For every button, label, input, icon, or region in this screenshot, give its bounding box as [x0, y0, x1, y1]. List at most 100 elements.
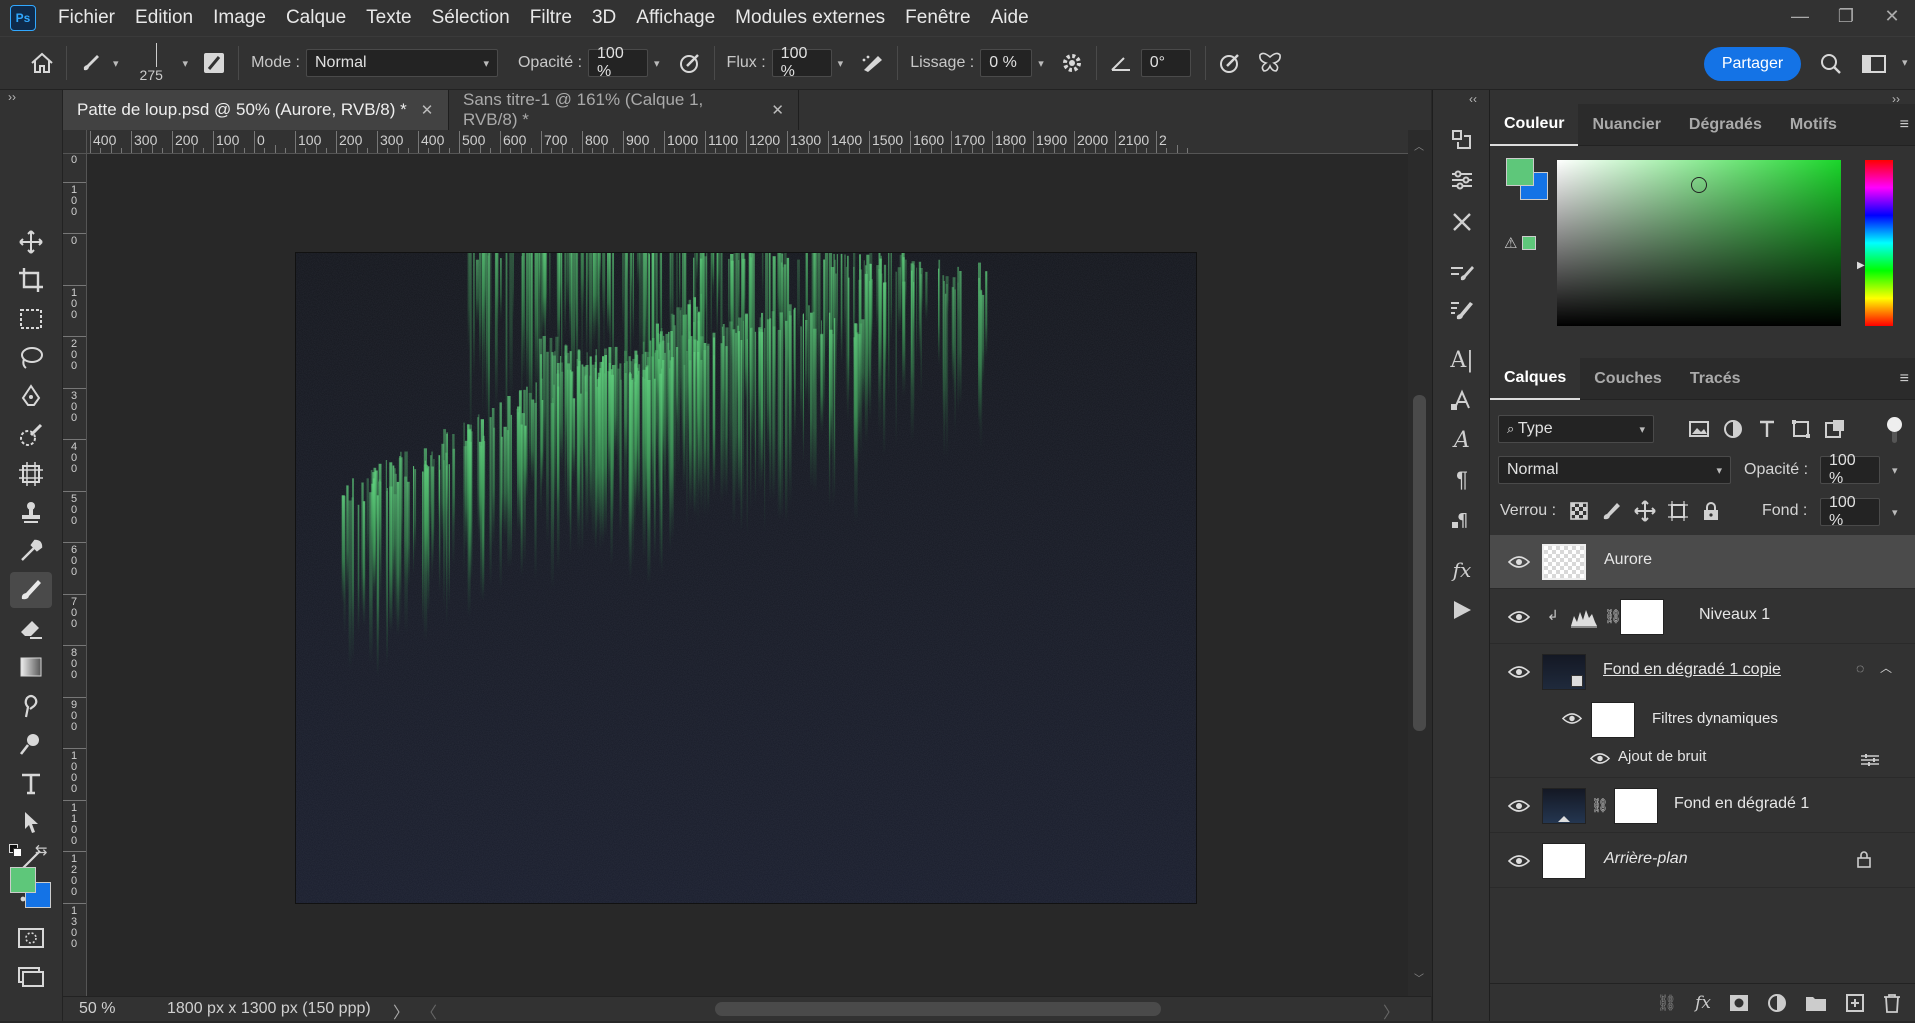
workspace-chevron-icon[interactable]: ▾ [1902, 56, 1908, 69]
filter-blending-options-icon[interactable] [1860, 752, 1880, 773]
smoothing-chevron-icon[interactable]: ▾ [1038, 57, 1044, 70]
dodge-tool-icon[interactable] [10, 726, 52, 762]
brush-tool-icon[interactable] [10, 572, 52, 608]
vertical-scroll-thumb[interactable] [1413, 395, 1426, 731]
restore-button[interactable]: ❐ [1823, 0, 1869, 32]
filter-toggle-switch[interactable] [1882, 415, 1908, 445]
hue-slider-marker-icon[interactable]: ▶ [1857, 260, 1865, 271]
menu-calque[interactable]: Calque [276, 7, 356, 29]
status-menu-arrow-icon[interactable]: 〉 [393, 999, 409, 1023]
filter-smart-object-icon[interactable] [1823, 417, 1847, 441]
zoom-level[interactable]: 50 % [79, 1000, 115, 1018]
new-group-folder-icon[interactable] [1805, 994, 1827, 1012]
opacity-input[interactable]: 100 % [588, 45, 649, 80]
gradient-tool-icon[interactable] [10, 649, 52, 685]
search-icon[interactable] [1815, 48, 1847, 80]
character-icon[interactable]: A| [1446, 344, 1478, 376]
eyedropper-tool-icon[interactable] [10, 533, 52, 569]
layers-panel-menu-icon[interactable]: ≡ [1900, 370, 1909, 388]
delete-layer-trash-icon[interactable] [1883, 993, 1901, 1013]
lock-all-icon[interactable] [1700, 500, 1722, 522]
visibility-eye-icon[interactable] [1561, 712, 1583, 730]
tab-motifs[interactable]: Motifs [1776, 104, 1851, 146]
collapse-toolbox-icon[interactable]: ›› [8, 90, 16, 104]
filter-row-ajout-de-bruit[interactable]: Ajout de bruit [1490, 742, 1915, 778]
menu-texte[interactable]: Texte [356, 7, 421, 29]
frame-tool-icon[interactable] [10, 456, 52, 492]
scroll-down-icon[interactable]: ﹀ [1414, 970, 1424, 985]
menu-image[interactable]: Image [203, 7, 276, 29]
eraser-tool-icon[interactable] [10, 610, 52, 646]
visibility-eye-icon[interactable] [1508, 551, 1530, 573]
minimize-button[interactable]: — [1777, 0, 1823, 32]
menu-aide[interactable]: Aide [981, 7, 1039, 29]
airbrush-icon[interactable] [857, 47, 889, 79]
tab-traces[interactable]: Tracés [1676, 358, 1755, 400]
layer-row-fond-degrade-copie[interactable]: Fond en dégradé 1 copie ◌ ︿ [1490, 645, 1915, 699]
visibility-eye-icon[interactable] [1589, 752, 1611, 770]
marquee-tool-icon[interactable] [10, 301, 52, 337]
menu-affichage[interactable]: Affichage [626, 7, 725, 29]
mode-select[interactable]: Normal ▾ [305, 49, 498, 77]
collapse-effects-icon[interactable]: ︿ [1880, 659, 1892, 676]
layer-row-fond-degrade-1[interactable]: ⛓ Fond en dégradé 1 [1490, 779, 1915, 833]
menu-fenetre[interactable]: Fenêtre [895, 7, 980, 29]
lock-position-icon[interactable] [1634, 500, 1656, 522]
color-picker-cursor[interactable] [1691, 177, 1707, 193]
flow-input[interactable]: 100 % [771, 45, 832, 80]
home-icon[interactable] [26, 47, 58, 79]
quick-mask-icon[interactable] [10, 920, 52, 956]
stamp-tool-icon[interactable] [10, 494, 52, 530]
menu-3d[interactable]: 3D [582, 7, 626, 29]
layer-filter-select[interactable]: ⌕ Type ▾ [1498, 415, 1654, 443]
paragraph-styles-icon[interactable]: ¶ [1446, 504, 1478, 536]
menu-modules-externes[interactable]: Modules externes [725, 7, 895, 29]
brush-size-preview[interactable]: 275 [137, 39, 177, 87]
flow-chevron-icon[interactable]: ▾ [838, 57, 844, 70]
layer-thumbnail[interactable] [1542, 843, 1586, 879]
foreground-color-swatch[interactable] [10, 867, 36, 893]
new-adjustment-layer-icon[interactable] [1767, 993, 1787, 1013]
tab-sans-titre-1[interactable]: Sans titre-1 @ 161% (Calque 1, RVB/8) * … [449, 90, 799, 130]
pen-tool-icon[interactable] [10, 378, 52, 414]
filter-shape-icon[interactable] [1789, 417, 1813, 441]
filter-type-icon[interactable] [1755, 417, 1779, 441]
menu-selection[interactable]: Sélection [422, 7, 520, 29]
layer-mask-thumbnail[interactable] [1614, 788, 1658, 824]
scroll-up-icon[interactable]: ︿ [1414, 138, 1424, 153]
gradient-fill-thumbnail[interactable] [1542, 788, 1586, 824]
brush-size-chevron-icon[interactable]: ▾ [183, 57, 189, 70]
visibility-eye-icon[interactable] [1508, 661, 1530, 683]
brush-settings-icon[interactable] [198, 47, 230, 79]
path-selection-tool-icon[interactable] [10, 804, 52, 840]
screen-mode-icon[interactable] [10, 958, 52, 994]
lock-transparency-icon[interactable] [1568, 500, 1590, 522]
fx-icon[interactable]: fx [1695, 993, 1711, 1013]
link-icon[interactable]: ⛓ [1591, 797, 1609, 814]
character-styles-icon[interactable] [1446, 384, 1478, 416]
smoothing-input[interactable]: 0 % [980, 49, 1033, 77]
smart-filters-row[interactable]: Filtres dynamiques [1490, 698, 1915, 742]
quick-selection-tool-icon[interactable] [10, 417, 52, 453]
vertical-scrollbar[interactable]: ︿ ﹀ [1408, 130, 1432, 996]
lock-artboard-icon[interactable] [1667, 500, 1689, 522]
brush-preset-icon[interactable] [75, 47, 107, 79]
layer-opacity-chevron-icon[interactable]: ▾ [1892, 464, 1898, 477]
layer-thumbnail[interactable] [1542, 544, 1586, 580]
glyphs-icon[interactable]: A [1446, 424, 1478, 456]
symmetry-butterfly-icon[interactable] [1254, 47, 1286, 79]
tab-calques[interactable]: Calques [1490, 357, 1581, 400]
menu-fichier[interactable]: Fichier [48, 7, 125, 29]
tab-couches[interactable]: Couches [1580, 358, 1676, 400]
adjustments-icon[interactable] [1446, 164, 1478, 196]
horizontal-scroll-thumb[interactable] [715, 1002, 1161, 1016]
new-layer-icon[interactable] [1845, 993, 1865, 1013]
gear-icon[interactable] [1056, 47, 1088, 79]
fill-input[interactable]: 100 % [1820, 494, 1880, 529]
collapse-panels-icon[interactable]: ‹‹ [1469, 92, 1477, 106]
close-icon[interactable]: ✕ [771, 101, 784, 119]
actions-play-icon[interactable] [1446, 594, 1478, 626]
tab-couleur[interactable]: Couleur [1490, 103, 1579, 146]
visibility-eye-icon[interactable] [1508, 850, 1530, 872]
paragraph-icon[interactable]: ¶ [1446, 464, 1478, 496]
